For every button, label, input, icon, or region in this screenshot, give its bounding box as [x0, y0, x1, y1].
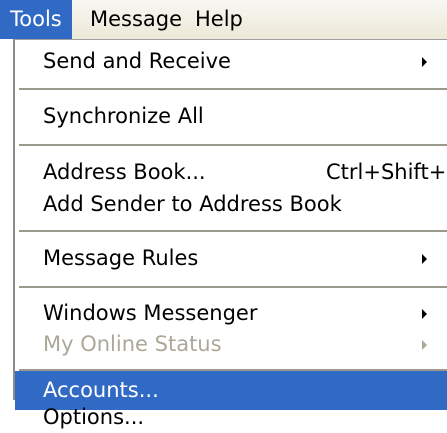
menu-separator: [19, 286, 447, 288]
menu-item-send-and-receive[interactable]: Send and Receive: [15, 42, 447, 81]
menu-item-options[interactable]: Options...: [15, 401, 447, 433]
tools-dropdown-menu: Send and Receive Synchronize All Address…: [13, 39, 447, 429]
menu-tools[interactable]: Tools: [0, 0, 72, 39]
menu-item-label: Message Rules: [43, 246, 199, 270]
chevron-right-icon: [422, 57, 427, 67]
menu-bar: Tools Message Help: [0, 0, 447, 39]
chevron-right-icon: [422, 340, 427, 350]
chevron-right-icon: [422, 309, 427, 319]
menu-item-synchronize-all[interactable]: Synchronize All: [15, 97, 447, 136]
menu-message-label: Message: [90, 7, 183, 31]
menu-tools-label: Tools: [10, 7, 62, 31]
menu-item-label: Synchronize All: [43, 104, 204, 128]
menu-item-label: Add Sender to Address Book: [43, 192, 342, 216]
menu-item-label: Send and Receive: [43, 49, 231, 73]
menu-separator: [19, 88, 447, 90]
menu-item-message-rules[interactable]: Message Rules: [15, 239, 447, 278]
menu-message[interactable]: Message: [80, 0, 192, 39]
menu-item-label: My Online Status: [43, 332, 222, 356]
chevron-right-icon: [422, 254, 427, 264]
menu-help[interactable]: Help: [185, 0, 253, 39]
menu-separator: [19, 230, 447, 232]
menu-help-label: Help: [195, 7, 243, 31]
menu-item-my-online-status: My Online Status: [15, 325, 447, 364]
menu-item-add-sender-to-address-book[interactable]: Add Sender to Address Book: [15, 185, 447, 224]
menu-item-label: Options...: [43, 405, 145, 429]
menu-separator: [19, 144, 447, 146]
